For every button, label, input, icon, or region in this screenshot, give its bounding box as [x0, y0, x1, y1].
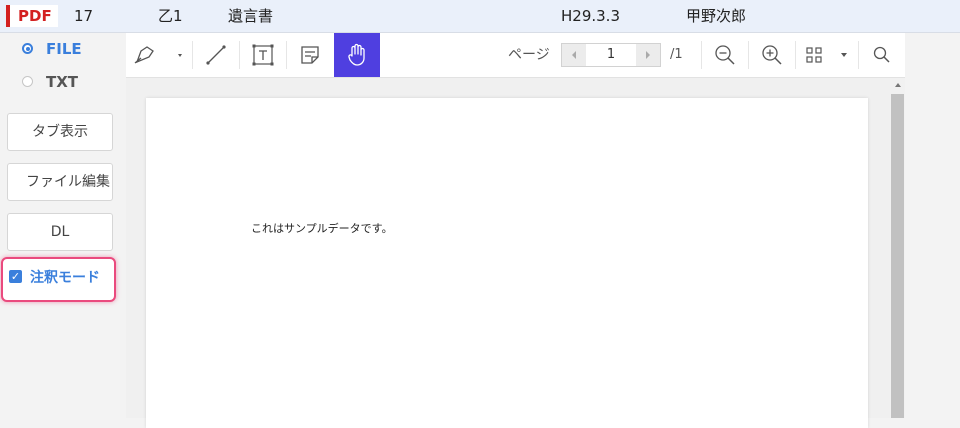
tab-display-button[interactable]: タブ表示	[7, 113, 113, 151]
hand-tool-button[interactable]	[334, 33, 380, 77]
annotation-mode-label: 注釈モード	[30, 270, 100, 286]
text-box-icon	[252, 44, 274, 66]
note-tool-button[interactable]	[287, 33, 333, 77]
checkbox-checked-icon[interactable]: ✓	[9, 270, 22, 283]
radio-selected-icon	[22, 43, 33, 54]
header-bar: PDF 17 乙1 遺言書 H29.3.3 甲野次郎	[0, 0, 960, 33]
document-viewer[interactable]: これはサンプルデータです。	[126, 78, 890, 428]
download-button[interactable]: DL	[7, 213, 113, 251]
party-code: 乙1	[158, 7, 183, 25]
person-name: 甲野次郎	[686, 7, 747, 25]
radio-unselected-icon	[22, 76, 33, 87]
vertical-scrollbar[interactable]	[890, 78, 905, 418]
prev-page-button[interactable]	[562, 44, 586, 66]
page-total: /1	[670, 47, 683, 62]
chevron-left-icon	[572, 51, 576, 59]
next-page-button[interactable]	[636, 44, 660, 66]
page-text: これはサンプルデータです。	[251, 222, 393, 235]
view-layout-button[interactable]	[796, 33, 858, 77]
zoom-out-icon	[715, 45, 735, 65]
search-icon	[873, 46, 890, 63]
right-margin	[905, 33, 960, 418]
annotation-mode-toggle[interactable]: ✓ 注釈モード	[1, 257, 116, 302]
scroll-up-button[interactable]	[890, 78, 905, 92]
pdf-toolbar: ページ 1 /1	[126, 33, 906, 78]
zoom-out-button[interactable]	[702, 33, 748, 77]
grid-icon	[806, 47, 847, 63]
radio-file-label: FILE	[46, 40, 82, 58]
arrow-up-icon	[894, 83, 901, 87]
pdf-page: これはサンプルデータです。	[146, 98, 868, 428]
text-box-tool-button[interactable]	[240, 33, 286, 77]
search-button[interactable]	[859, 33, 905, 77]
left-sidebar: FILE TXT タブ表示 ファイル編集 DL ✓ 注釈モード	[0, 33, 124, 418]
zoom-in-icon	[762, 45, 782, 65]
note-icon	[301, 46, 319, 64]
pen-tool-button[interactable]	[126, 33, 192, 77]
file-edit-button[interactable]: ファイル編集	[7, 163, 113, 201]
line-icon	[206, 45, 226, 65]
document-date: H29.3.3	[561, 7, 620, 25]
page-label: ページ	[508, 47, 550, 63]
chevron-right-icon	[646, 51, 650, 59]
hand-icon	[348, 43, 365, 66]
page-number-input[interactable]: 1	[586, 44, 636, 66]
record-number: 17	[74, 7, 94, 25]
zoom-in-button[interactable]	[749, 33, 795, 77]
pen-icon	[134, 46, 182, 64]
pdf-badge[interactable]: PDF	[6, 5, 58, 27]
scrollbar-thumb[interactable]	[891, 94, 904, 418]
radio-txt-label: TXT	[46, 73, 79, 91]
page-navigator: 1	[561, 43, 661, 67]
document-type: 遺言書	[228, 7, 274, 25]
line-tool-button[interactable]	[193, 33, 239, 77]
